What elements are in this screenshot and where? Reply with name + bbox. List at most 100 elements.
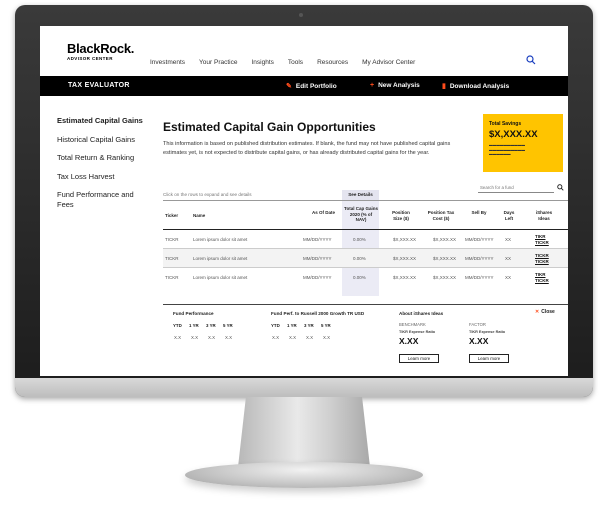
cell-sell-by: MM/DD/YYYY [465,256,494,261]
cell-ticker: TICKR [165,275,179,280]
header-days-left[interactable]: Days Left [501,210,517,221]
period-5yr: 5 YR [321,323,331,328]
period-ytd: YTD [173,323,182,328]
cell-as-of-date: MM/DD/YYYY [303,237,332,242]
nav-link-resources[interactable]: Resources [317,59,348,66]
alt-benchmark-name: BENCHMARK [399,322,426,327]
nav-link-investments[interactable]: Investments [150,59,185,66]
page-title: Estimated Capital Gain Opportunities [163,120,376,134]
cell-days-left: XX [505,275,512,280]
header-ticker[interactable]: Ticker [165,213,178,219]
alt-factor-value: X.XX [469,336,489,346]
period-5yr: 5 YR [223,323,233,328]
capital-gains-table: Ticker Name As Of Date Total Cap Gains 2… [163,200,568,287]
cell-position-size: $X,XXX.XX [393,275,417,280]
header-ishares-ideas[interactable]: iShares Ideas [533,210,555,221]
monitor-stand-neck [238,397,370,467]
sidebar-item-estimated-capital-gains[interactable]: Estimated Capital Gains [57,116,152,126]
header-total-cap-gains[interactable]: Total Cap Gains 2020 (% of NAV) [344,206,378,223]
new-analysis-label: New Analysis [378,82,420,89]
cell-total-cap-gains: 0.00% [353,237,366,242]
idea-link[interactable]: TICKR [535,259,549,264]
plus-icon: + [370,82,375,89]
sidebar-item-historical-capital-gains[interactable]: Historical Capital Gains [57,135,152,145]
edit-portfolio-button[interactable]: ✎ Edit Portfolio [286,82,337,90]
edit-portfolio-label: Edit Portfolio [295,83,337,90]
close-label: Close [541,309,555,315]
download-analysis-label: Download Analysis [449,83,510,90]
cell-days-left: XX [505,256,512,261]
idea-link[interactable]: TICKR [535,278,549,283]
brand-logo[interactable]: BlackRock. ADVISOR CENTER [67,42,134,61]
cell-as-of-date: MM/DD/YYYY [303,256,332,261]
tool-toolbar: TAX EVALUATOR ✎ Edit Portfolio + New Analy… [40,76,568,96]
period-3yr: 3 YR [206,323,216,328]
cell-ticker: TICKR [165,237,179,242]
sidebar-item-total-return-ranking[interactable]: Total Return & Ranking [57,153,152,163]
brand-name: BlackRock. [67,41,135,56]
cell-ishares-ideas[interactable]: TICKR TICKR [535,253,549,265]
header-as-of-date[interactable]: As Of Date [311,210,335,216]
nav-link-your-practice[interactable]: Your Practice [199,59,237,66]
perf-value: X.X [289,335,297,340]
monitor-chin [15,378,593,397]
table-row[interactable]: TICKR Lorem ipsum dolor sit amet MM/DD/Y… [163,268,568,287]
search-icon[interactable] [557,184,564,191]
cell-position-size: $X,XXX.XX [393,237,417,242]
table-row[interactable]: TICKR Lorem ipsum dolor sit amet MM/DD/Y… [163,249,568,268]
brand-subtitle: ADVISOR CENTER [67,56,113,61]
perf-value: X.X [191,335,199,340]
fund-vs-index-label: Fund Perf. to Russell 2000 Growth TR USD [271,311,365,316]
nav-link-insights[interactable]: Insights [251,59,273,66]
cell-ishares-ideas[interactable]: TIKR TICKR [535,234,549,246]
nav-links: Investments Your Practice Insights Tools… [150,59,429,66]
cell-days-left: XX [505,237,512,242]
toolbar-title: TAX EVALUATOR [68,82,130,89]
idea-link[interactable]: TICKR [535,240,549,245]
period-1yr: 1 YR [287,323,297,328]
header-position-size[interactable]: Position Size ($) [388,210,414,221]
pencil-icon: ✎ [286,83,292,90]
close-button[interactable]: ✕ Close [535,309,555,315]
total-savings-card: Total Savings $X,XXX.XX ▬▬▬▬▬▬▬▬▬▬ ▬▬▬▬▬▬… [483,114,563,172]
screen: BlackRock. ADVISOR CENTER Investments Yo… [40,26,568,376]
fund-performance-label: Fund Performance [173,311,214,316]
cell-total-cap-gains: 0.00% [353,256,366,261]
idea-link[interactable]: TIKR [535,272,546,277]
perf-value: X.X [174,335,182,340]
sidebar-item-tax-loss-harvest[interactable]: Tax Loss Harvest [57,172,152,182]
header-name[interactable]: Name [193,213,205,219]
fund-search-input[interactable] [478,183,554,193]
table-row[interactable]: TICKR Lorem ipsum dolor sit amet MM/DD/Y… [163,230,568,249]
cell-sell-by: MM/DD/YYYY [465,275,494,280]
search-icon[interactable] [526,55,536,65]
idea-link[interactable]: TIKR [535,234,546,239]
header-position-tax-cost[interactable]: Position Tax Cost ($) [425,210,457,221]
period-1yr: 1 YR [189,323,199,328]
cell-position-tax-cost: $X,XXX.XX [433,275,457,280]
total-savings-value: $X,XXX.XX [489,129,538,140]
cell-position-tax-cost: $X,XXX.XX [433,237,457,242]
see-details-tab[interactable]: See Details [342,190,379,200]
nav-link-my-advisor-center[interactable]: My Advisor Center [362,59,415,66]
nav-link-tools[interactable]: Tools [288,59,303,66]
header-sell-by[interactable]: Sell By [468,210,490,216]
new-analysis-button[interactable]: + New Analysis [370,82,420,89]
expand-rows-hint: Click on the rows to expand and see deta… [163,192,252,197]
idea-link[interactable]: TICKR [535,253,549,258]
perf-value: X.X [272,335,280,340]
about-ishares-ideas-label: About iShares Ideas [399,311,444,316]
row-detail-panel: Fund Performance Fund Perf. to Russell 2… [163,304,568,376]
alt-benchmark-value: X.XX [399,336,419,346]
sidebar-item-fund-performance-fees[interactable]: Fund Performance and Fees [57,190,152,209]
cell-ishares-ideas[interactable]: TIKR TICKR [535,272,549,284]
download-analysis-button[interactable]: ▮ Download Analysis [442,82,509,90]
cell-position-tax-cost: $X,XXX.XX [433,256,457,261]
cell-total-cap-gains: 0.00% [353,275,366,280]
sidebar: Estimated Capital Gains Historical Capit… [57,116,152,218]
learn-more-button[interactable]: Learn more [399,354,439,363]
cell-sell-by: MM/DD/YYYY [465,237,494,242]
total-savings-note: ▬▬▬▬▬▬▬▬▬▬ ▬▬▬▬▬▬▬▬▬▬ ▬▬▬▬▬▬ [489,143,525,156]
monitor-stand-base [185,462,423,488]
learn-more-button[interactable]: Learn more [469,354,509,363]
